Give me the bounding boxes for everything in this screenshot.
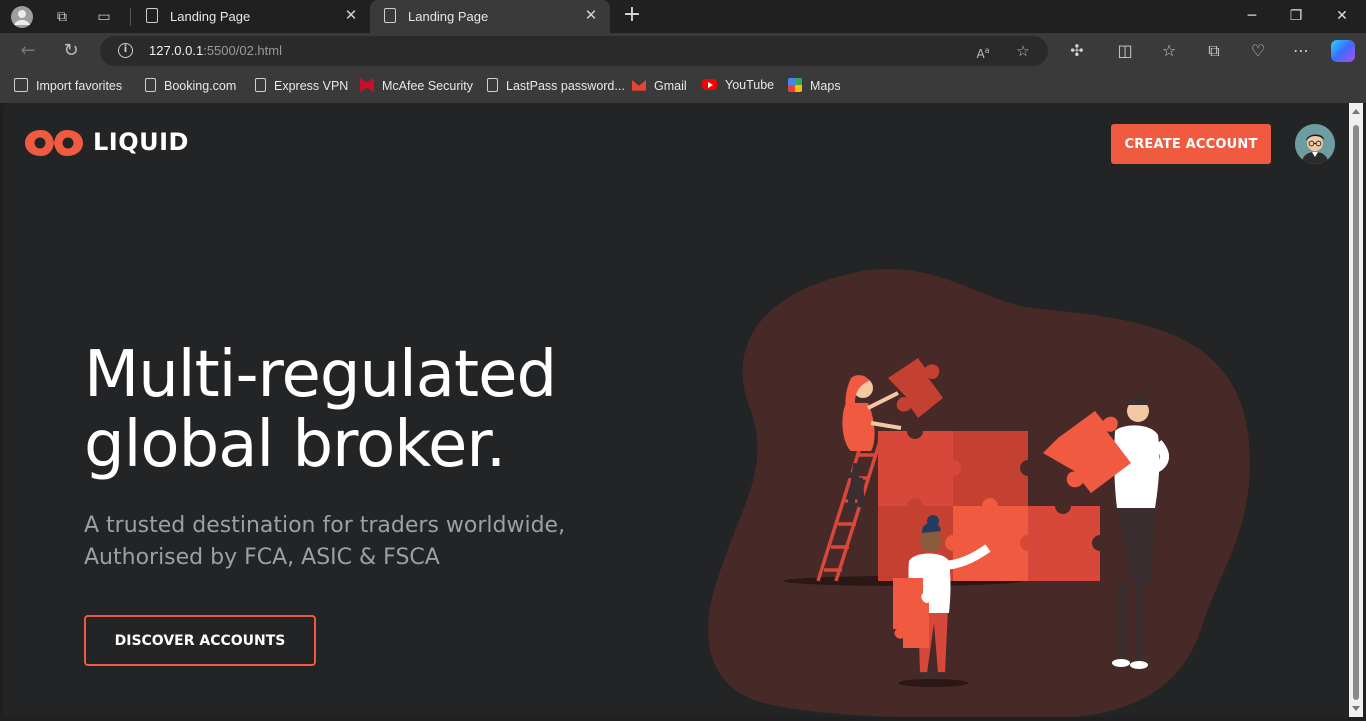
collections-icon[interactable]: ⧉ — [1201, 39, 1227, 63]
minimize-button[interactable]: ─ — [1232, 4, 1272, 28]
fav-label: LastPass password... — [506, 79, 625, 93]
more-icon[interactable]: ⋯ — [1288, 39, 1314, 63]
fav-label: YouTube — [725, 78, 775, 92]
close-icon[interactable]: ✕ — [342, 6, 360, 26]
back-icon[interactable]: ← — [15, 39, 41, 63]
infinity-logo-icon — [25, 130, 83, 156]
hero-subtitle: A trusted destination for traders worldw… — [84, 510, 565, 574]
favorite-star-icon[interactable]: ☆ — [1012, 40, 1034, 62]
page-icon — [384, 8, 396, 23]
maximize-button[interactable]: ❐ — [1276, 4, 1316, 28]
discover-accounts-button[interactable]: DISCOVER ACCOUNTS — [84, 615, 316, 666]
fav-label: Gmail — [654, 79, 687, 93]
headline-line-1: Multi-regulated — [84, 338, 557, 412]
mcafee-icon — [360, 78, 374, 92]
shadow-2 — [898, 679, 968, 687]
page-icon — [146, 8, 158, 23]
url-path: :5500/02.html — [203, 43, 282, 58]
page-scrollbar[interactable] — [1349, 103, 1363, 717]
tab-title: Landing Page — [170, 9, 251, 24]
fav-label: McAfee Security — [382, 79, 474, 93]
avatar[interactable] — [1295, 124, 1335, 164]
scroll-up-icon[interactable] — [1352, 109, 1360, 114]
fav-label: Express VPN — [274, 79, 349, 93]
fav-gmail[interactable]: Gmail — [632, 78, 687, 96]
subtitle-line-1: A trusted destination for traders worldw… — [84, 513, 566, 538]
subtitle-line-2: Authorised by FCA, ASIC & FSCA — [84, 545, 440, 570]
page-icon — [255, 78, 266, 92]
fav-maps[interactable]: Maps — [788, 78, 841, 96]
tab-landing-page-1[interactable]: Landing Page ✕ — [132, 0, 370, 33]
scrollbar-thumb[interactable] — [1353, 125, 1359, 700]
read-aloud-icon[interactable]: Aa — [972, 40, 994, 62]
fav-label: Booking.com — [164, 79, 237, 93]
fav-youtube[interactable]: YouTube — [702, 78, 774, 96]
new-tab-button[interactable]: + — [620, 3, 644, 27]
headline-line-2: global broker. — [84, 408, 506, 482]
tab-strip: ⧉ ▭ Landing Page ✕ Landing Page ✕ + ─ ❐ … — [0, 0, 1366, 33]
youtube-icon — [702, 79, 717, 90]
fav-lastpass[interactable]: LastPass password... — [487, 78, 625, 96]
tab-landing-page-2[interactable]: Landing Page ✕ — [370, 0, 610, 33]
scroll-down-icon[interactable] — [1352, 706, 1360, 711]
workspaces-icon[interactable]: ⧉ — [50, 5, 74, 29]
performance-icon[interactable]: ♡ — [1245, 39, 1271, 63]
favorites-bar: Import favorites Booking.com Express VPN… — [0, 69, 1366, 103]
address-bar[interactable]: i 127.0.0.1:5500/02.html Aa ☆ — [100, 36, 1048, 66]
maps-icon — [788, 78, 802, 92]
page-viewport: LIQUID CREATE ACCOUNT Multi-regulated gl… — [3, 103, 1349, 717]
fav-booking[interactable]: Booking.com — [145, 78, 236, 96]
site-info-icon[interactable]: i — [118, 43, 133, 58]
gmail-icon — [632, 80, 646, 91]
create-account-button[interactable]: CREATE ACCOUNT — [1111, 124, 1271, 164]
split-screen-icon[interactable]: ◫ — [1112, 39, 1138, 63]
hero-headline: Multi-regulated global broker. — [84, 338, 557, 482]
tab-title: Landing Page — [408, 9, 489, 24]
page-icon — [145, 78, 156, 92]
close-window-button[interactable]: ✕ — [1322, 4, 1362, 28]
tab-actions-icon[interactable]: ▭ — [92, 5, 116, 29]
import-icon — [14, 78, 28, 92]
fav-label: Import favorites — [36, 79, 123, 93]
fav-import-favorites[interactable]: Import favorites — [14, 78, 122, 96]
favorites-icon[interactable]: ☆ — [1156, 39, 1182, 63]
user-avatar-icon — [1295, 124, 1335, 164]
url-text[interactable]: 127.0.0.1:5500/02.html — [149, 43, 282, 58]
brand-logo[interactable]: LIQUID — [23, 125, 188, 161]
tab-divider — [130, 8, 131, 26]
fav-express-vpn[interactable]: Express VPN — [255, 78, 348, 96]
fav-mcafee[interactable]: McAfee Security — [360, 78, 473, 96]
url-host: 127.0.0.1 — [149, 43, 204, 58]
profile-icon[interactable] — [10, 5, 34, 29]
close-icon[interactable]: ✕ — [582, 6, 600, 26]
puzzle-illustration — [708, 269, 1250, 717]
page-icon — [487, 78, 498, 92]
copilot-icon[interactable] — [1331, 40, 1355, 62]
brand-name: LIQUID — [93, 128, 189, 156]
fav-label: Maps — [810, 79, 841, 93]
refresh-icon[interactable]: ↻ — [58, 39, 84, 63]
extensions-icon[interactable]: ✣ — [1064, 39, 1090, 63]
